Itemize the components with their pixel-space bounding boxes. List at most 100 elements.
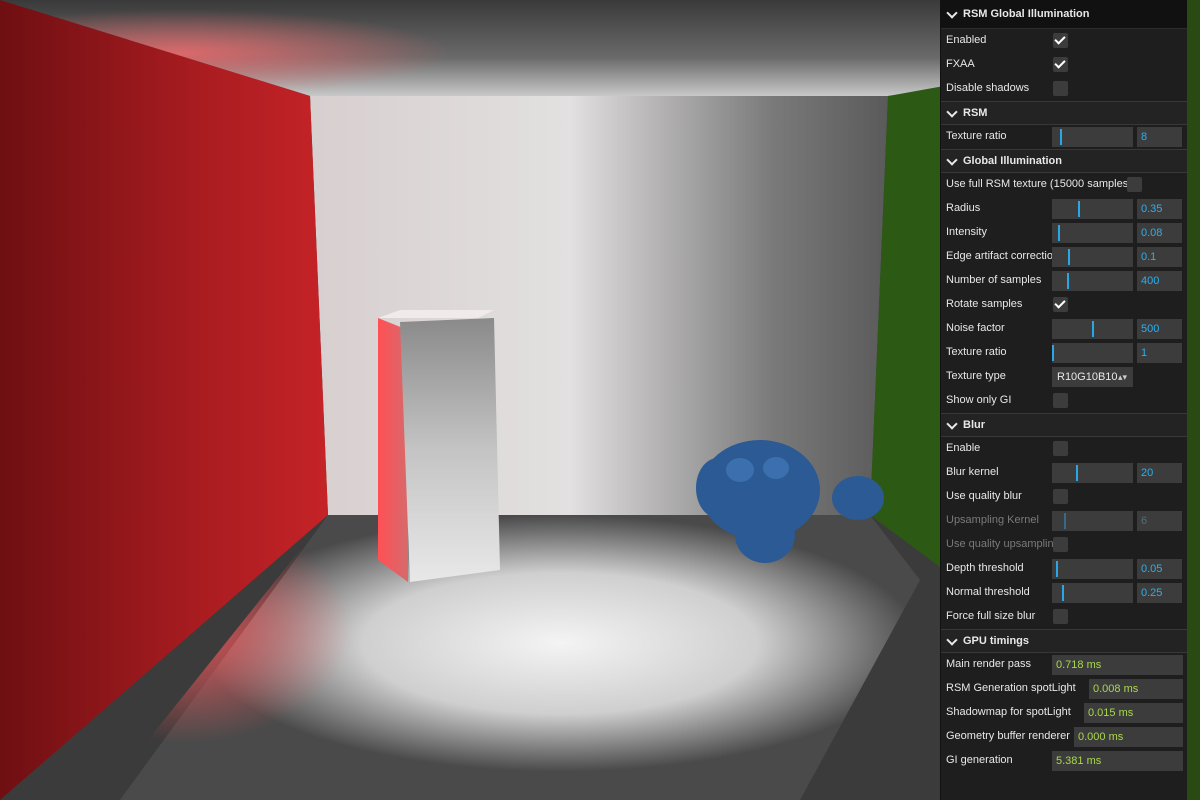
texture-ratio-value-input[interactable]: 1 [1137,343,1182,363]
use-quality-blur-checkbox[interactable] [1053,489,1068,504]
slider-handle[interactable] [1078,201,1080,217]
slider-handle[interactable] [1068,249,1070,265]
panel-body: Enabled FXAA Disable shadows RSM Texture rat… [941,29,1187,773]
section-header-global-illumination[interactable]: Global Illumination [941,149,1187,173]
slider-handle[interactable] [1058,225,1060,241]
section-header-rsm[interactable]: RSM [941,101,1187,125]
enable-label: Enable [946,442,981,454]
depth-threshold-label: Depth threshold [946,562,1024,574]
select-value: R10G10B10 [1057,371,1118,383]
enabled-label: Enabled [946,34,987,46]
row-normal-threshold: Normal threshold 0.25 [941,581,1187,605]
geometry-buffer-renderer-label: Geometry buffer renderer [946,730,1070,742]
noise-factor-value-input[interactable]: 500 [1137,319,1182,339]
texture-ratio-label: Texture ratio [946,130,1007,142]
slider-handle[interactable] [1062,585,1064,601]
section-header-blur[interactable]: Blur [941,413,1187,437]
blur-kernel-value-input[interactable]: 20 [1137,463,1182,483]
upsampling-kernel-slider [1052,511,1133,531]
chevron-down-icon [946,105,958,118]
texture-type-label: Texture type [946,370,1006,382]
force-full-size-blur-label: Force full size blur [946,610,1036,622]
gi-generation-timing: 5.381 ms [1052,751,1183,771]
row-force-full-size-blur: Force full size blur [941,605,1187,629]
row-disable-shadows: Disable shadows [941,77,1187,101]
radius-label: Radius [946,202,981,214]
shadowmap-for-spotlight-label: Shadowmap for spotLight [946,706,1071,718]
row-enable: Enable [941,437,1187,461]
radius-value-input[interactable]: 0.35 [1137,199,1182,219]
row-blur-kernel: Blur kernel 20 [941,461,1187,485]
row-rotate-samples: Rotate samples [941,293,1187,317]
row-gi-generation: GI generation 5.381 ms [941,749,1187,773]
noise-factor-slider[interactable] [1052,319,1133,339]
chevron-down-icon [946,153,958,166]
blur-kernel-slider[interactable] [1052,463,1133,483]
panel-title: RSM Global Illumination [963,8,1090,20]
disable-shadows-checkbox[interactable] [1053,81,1068,96]
slider-handle[interactable] [1052,345,1054,361]
upsampling-kernel-value-input: 6 [1137,511,1182,531]
row-use-quality-upsampling: Use quality upsampling [941,533,1187,557]
use-quality-blur-label: Use quality blur [946,490,1022,502]
use-full-rsm-texture-15000-samples-label: Use full RSM texture (15000 samples) [946,178,1132,190]
section-header-gpu-timings[interactable]: GPU timings [941,629,1187,653]
slider-handle[interactable] [1056,561,1058,577]
row-intensity: Intensity 0.08 [941,221,1187,245]
row-texture-type: Texture type R10G10B10 ▴▾ [941,365,1187,389]
rsm-generation-spotlight-label: RSM Generation spotLight [946,682,1076,694]
slider-handle[interactable] [1076,465,1078,481]
show-only-gi-label: Show only GI [946,394,1012,406]
slider-handle[interactable] [1060,129,1062,145]
panel-header[interactable]: RSM Global Illumination [941,0,1187,29]
chevron-down-icon [946,633,958,646]
normal-threshold-label: Normal threshold [946,586,1030,598]
depth-threshold-slider[interactable] [1052,559,1133,579]
row-upsampling-kernel: Upsampling Kernel 6 [941,509,1187,533]
row-geometry-buffer-renderer: Geometry buffer renderer 0.000 ms [941,725,1187,749]
main-render-pass-timing: 0.718 ms [1052,655,1183,675]
row-show-only-gi: Show only GI [941,389,1187,413]
fxaa-checkbox[interactable] [1053,57,1068,72]
section-title: GPU timings [963,635,1030,647]
enable-checkbox[interactable] [1053,441,1068,456]
checkmark-icon [1054,297,1066,309]
gi-generation-label: GI generation [946,754,1013,766]
use-quality-upsampling-label: Use quality upsampling [946,538,1060,550]
edge-artifact-correction-value-input[interactable]: 0.1 [1137,247,1182,267]
enabled-checkbox[interactable] [1053,33,1068,48]
fxaa-label: FXAA [946,58,975,70]
intensity-label: Intensity [946,226,987,238]
edge-artifact-correction-slider[interactable] [1052,247,1133,267]
texture-type-select[interactable]: R10G10B10 ▴▾ [1052,367,1133,387]
normal-threshold-slider[interactable] [1052,583,1133,603]
depth-threshold-value-input[interactable]: 0.05 [1137,559,1182,579]
force-full-size-blur-checkbox[interactable] [1053,609,1068,624]
texture-ratio-slider[interactable] [1052,343,1133,363]
show-only-gi-checkbox[interactable] [1053,393,1068,408]
row-texture-ratio: Texture ratio 1 [941,341,1187,365]
number-of-samples-label: Number of samples [946,274,1042,286]
row-depth-threshold: Depth threshold 0.05 [941,557,1187,581]
slider-handle[interactable] [1092,321,1094,337]
row-main-render-pass: Main render pass 0.718 ms [941,653,1187,677]
updown-arrow-icon: ▴▾ [1117,372,1127,382]
number-of-samples-slider[interactable] [1052,271,1133,291]
rotate-samples-checkbox[interactable] [1053,297,1068,312]
row-radius: Radius 0.35 [941,197,1187,221]
edge-artifact-correction-label: Edge artifact correction [946,250,1060,262]
use-full-rsm-texture-15000-samples-checkbox[interactable] [1127,177,1142,192]
radius-slider[interactable] [1052,199,1133,219]
rotate-samples-label: Rotate samples [946,298,1023,310]
intensity-value-input[interactable]: 0.08 [1137,223,1182,243]
use-quality-upsampling-checkbox [1053,537,1068,552]
number-of-samples-value-input[interactable]: 400 [1137,271,1182,291]
texture-ratio-value-input[interactable]: 8 [1137,127,1182,147]
noise-factor-label: Noise factor [946,322,1005,334]
slider-handle[interactable] [1067,273,1069,289]
slider-handle [1064,513,1066,529]
intensity-slider[interactable] [1052,223,1133,243]
normal-threshold-value-input[interactable]: 0.25 [1137,583,1182,603]
texture-ratio-slider[interactable] [1052,127,1133,147]
rsm-generation-spotlight-timing: 0.008 ms [1089,679,1183,699]
